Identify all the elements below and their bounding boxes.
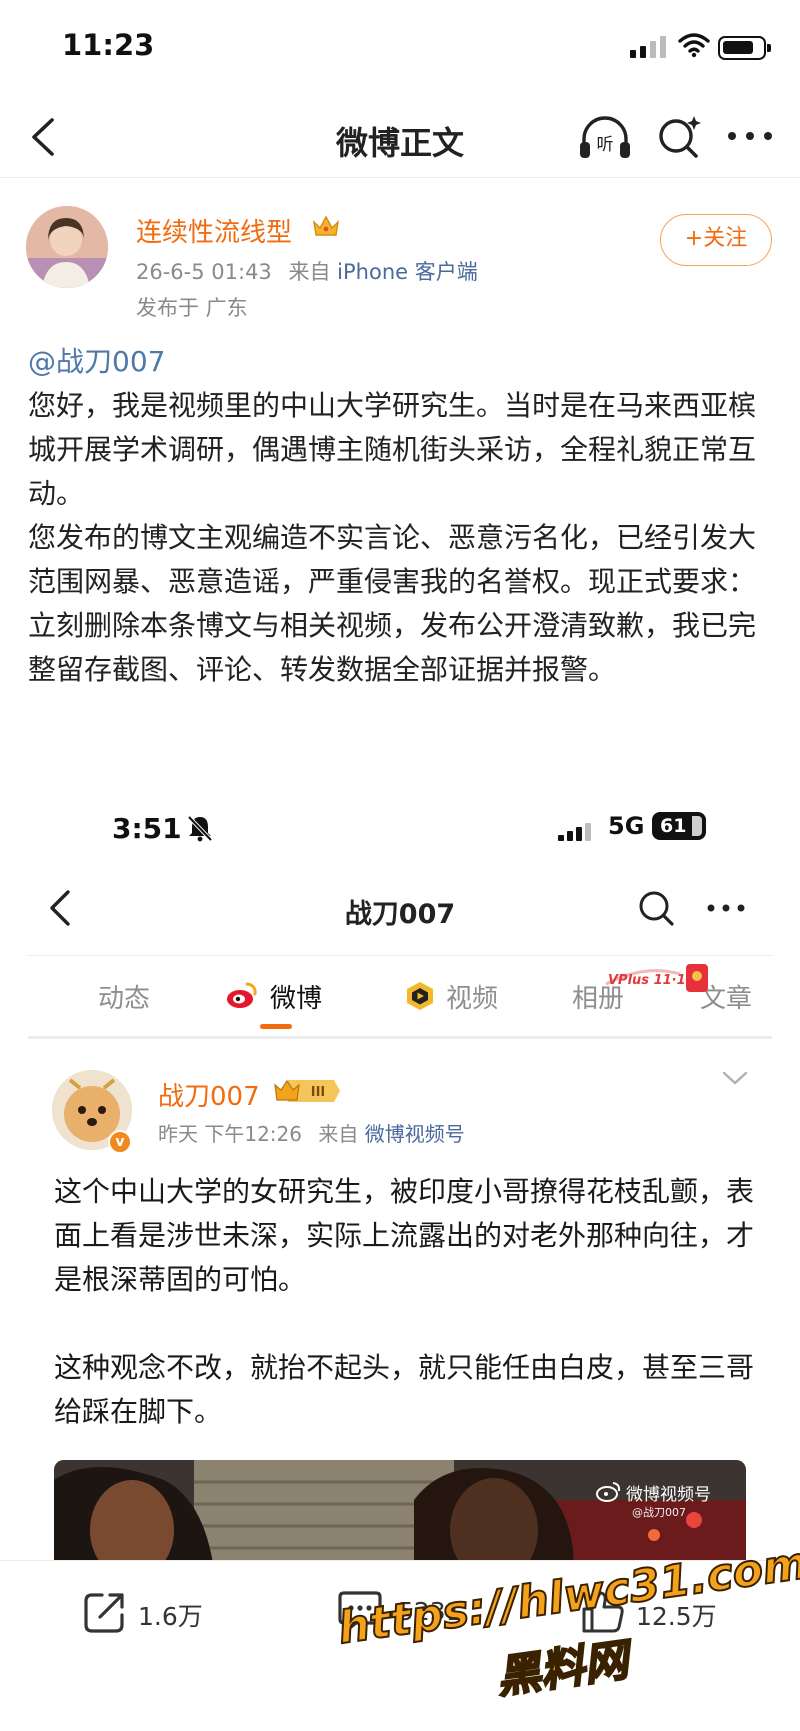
status-time: 11:23	[62, 28, 155, 62]
embedded-signal-icon	[558, 823, 591, 841]
svg-text:听: 听	[597, 135, 614, 155]
post-via-label: 来自	[288, 260, 331, 284]
embedded-status-bar: 3:51 5G 61	[0, 778, 800, 845]
follow-button[interactable]: +关注	[660, 214, 772, 266]
wifi-icon	[678, 33, 710, 58]
divider	[28, 955, 772, 956]
post-source[interactable]: iPhone 客户端	[337, 260, 478, 284]
post-paragraph: 您好，我是视频里的中山大学研究生。当时是在马来西亚槟城开展学术调研，偶遇博主随机…	[28, 389, 757, 510]
embedded-post-time: 昨天 下午12:26	[158, 1122, 302, 1146]
video-watermark-brand: 微博视频号	[626, 1485, 711, 1505]
embedded-post-paragraph: 这种观念不改，就抬不起头，就只能任由白皮，甚至三哥给踩在脚下。	[54, 1351, 755, 1428]
embedded-post-body: 这个中山大学的女研究生，被印度小哥撩得花枝乱颤，表面上看是涉世未深，实际上流露出…	[54, 1170, 754, 1434]
post-author-header: 连续性流线型 26-6-5 01:43 来自 iPhone 客户端 发布于 广东…	[0, 200, 800, 330]
battery-level: 61	[660, 815, 687, 837]
embedded-battery-icon: 61	[652, 812, 706, 840]
cellular-signal-icon	[630, 36, 668, 58]
level-text: III	[311, 1085, 326, 1100]
post-location: 发布于 广东	[136, 296, 248, 320]
embedded-via-label: 来自	[318, 1122, 359, 1146]
embedded-more-icon	[707, 904, 745, 912]
weibo-logo-icon	[227, 982, 257, 1008]
promo-text: VPlus 11·11	[608, 973, 695, 988]
share-button[interactable]: 1.6万	[82, 1589, 203, 1639]
network-type: 5G	[608, 812, 645, 840]
tab-weibo: 微博	[270, 984, 323, 1014]
embedded-nav-bar: 战刀007	[0, 868, 800, 948]
level-badge-icon: III	[274, 1079, 340, 1102]
embedded-post-source: 微博视频号	[364, 1122, 465, 1146]
mention-link[interactable]: @战刀007	[28, 340, 768, 384]
embedded-page-title: 战刀007	[344, 899, 456, 930]
author-name[interactable]: 连续性流线型	[136, 212, 292, 249]
listen-headphones-icon[interactable]: 听	[578, 112, 632, 162]
embedded-author-header: v 战刀007 III 昨天 下午12:26 来自 微博视频号	[0, 1048, 800, 1158]
embedded-search-icon	[639, 891, 674, 926]
embedded-status-time: 3:51	[112, 812, 182, 845]
muted-bell-icon	[187, 815, 213, 842]
post-body: @战刀007 您好，我是视频里的中山大学研究生。当时是在马来西亚槟城开展学术调研…	[28, 340, 768, 692]
video-hexagon-icon	[407, 982, 433, 1010]
more-options-icon[interactable]	[724, 116, 776, 156]
active-tab-indicator	[260, 1024, 292, 1029]
share-count: 1.6万	[138, 1602, 203, 1631]
verified-badge-icon: v	[108, 1130, 132, 1154]
tab-video: 视频	[446, 984, 499, 1014]
post-paragraph: 您发布的博文主观编造不实言论、恶意污名化，已经引发大范围网暴、恶意造谣，严重侵害…	[28, 521, 757, 686]
status-bar: 11:23	[0, 0, 800, 100]
vplus-promo-badge: VPlus 11·11	[605, 964, 708, 992]
tab-dynamic: 动态	[98, 984, 151, 1014]
share-icon	[84, 1593, 124, 1633]
video-watermark-handle: @战刀007	[632, 1506, 686, 1519]
weibo-video-logo-icon	[596, 1482, 621, 1502]
embedded-author-name: 战刀007	[158, 1082, 260, 1112]
tabs-divider	[28, 1036, 772, 1039]
top-nav-bar: 微博正文 听	[0, 100, 800, 178]
vip-crown-icon	[312, 215, 340, 236]
embedded-screenshot-image[interactable]: 3:51 5G 61 战刀007 动态 微博 视频 相册 文章 v 战刀007 …	[0, 778, 800, 1570]
search-icon[interactable]	[654, 112, 704, 162]
post-timestamp: 26-6-5 01:43	[136, 260, 272, 284]
chevron-down-icon	[722, 1071, 748, 1085]
post-meta: 26-6-5 01:43 来自 iPhone 客户端	[136, 256, 478, 286]
embedded-post-meta: 昨天 下午12:26 来自 微博视频号	[158, 1118, 465, 1147]
author-avatar[interactable]	[26, 206, 108, 288]
embedded-post-paragraph: 这个中山大学的女研究生，被印度小哥撩得花枝乱颤，表面上看是涉世未深，实际上流露出…	[54, 1175, 755, 1296]
battery-icon	[718, 36, 771, 60]
